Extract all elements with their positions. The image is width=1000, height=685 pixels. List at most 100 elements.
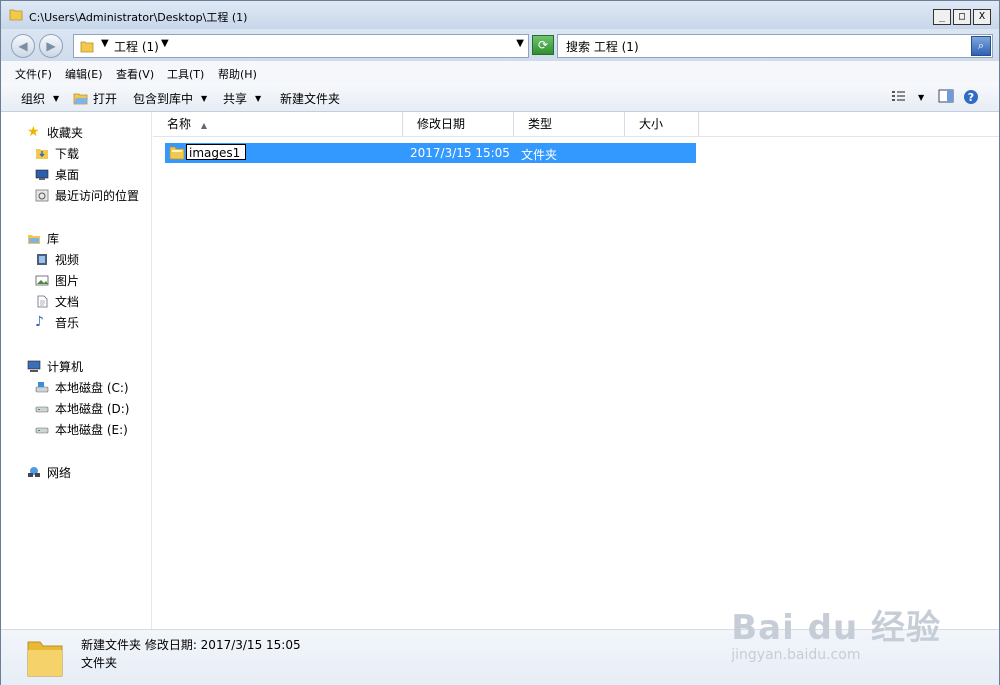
sidebar-item-drive-e[interactable]: 本地磁盘 (E:): [35, 421, 128, 438]
sidebar-item-downloads[interactable]: 下载: [35, 145, 79, 162]
column-header-type[interactable]: 类型: [514, 112, 625, 136]
sidebar-item-label: 视频: [55, 253, 80, 267]
forward-button[interactable]: ▶: [39, 34, 63, 58]
sidebar-item-pictures[interactable]: 图片: [35, 272, 79, 289]
sidebar-item-label: 最近访问的位置: [55, 189, 140, 203]
address-history-dropdown-icon[interactable]: ▼: [516, 38, 524, 49]
sort-ascending-icon: ▲: [200, 121, 207, 130]
sidebar-computer[interactable]: 计算机: [27, 358, 83, 375]
sidebar-item-drive-d[interactable]: 本地磁盘 (D:): [35, 400, 129, 417]
watermark-brand: Bai du 经验: [731, 608, 941, 648]
details-summary: 新建文件夹 修改日期: 2017/3/15 15:05: [81, 638, 301, 652]
address-bar[interactable]: ▼ 工程 (1) ▼ ▼: [73, 34, 529, 58]
help-icon[interactable]: ?: [963, 89, 979, 105]
include-library-label: 包含到库中: [133, 92, 194, 106]
view-options-dropdown-icon[interactable]: ▼: [918, 93, 924, 102]
new-folder-button[interactable]: 新建文件夹: [280, 90, 340, 107]
explorer-window: C:\Users\Administrator\Desktop\工程 (1) _ …: [0, 0, 1000, 685]
search-icon: ⌕: [977, 39, 985, 52]
column-header-modified[interactable]: 修改日期: [403, 112, 514, 136]
file-modified-date: 2017/3/15 15:05: [410, 146, 510, 160]
maximize-button[interactable]: □: [953, 9, 971, 25]
picture-icon: [35, 275, 49, 286]
organize-label: 组织: [21, 92, 46, 106]
search-input[interactable]: 搜索 工程 (1) ⌕: [557, 34, 993, 58]
sidebar-item-label: 本地磁盘 (E:): [55, 423, 128, 437]
library-icon: [28, 235, 40, 244]
refresh-icon: ⟳: [537, 38, 549, 52]
network-label: 网络: [47, 466, 72, 480]
column-label: 类型: [528, 117, 553, 131]
watermark-logo: Bai du 经验 jingyan.baidu.com: [731, 600, 941, 663]
share-button[interactable]: 共享 ▼: [223, 90, 261, 107]
chevron-down-icon: ▼: [53, 94, 60, 103]
menu-help[interactable]: 帮助(H): [218, 66, 257, 82]
chevron-down-icon: ▼: [255, 94, 262, 103]
back-button[interactable]: ◀: [11, 34, 35, 58]
include-in-library-button[interactable]: 包含到库中 ▼: [133, 90, 207, 107]
sidebar-item-documents[interactable]: 文档: [35, 293, 79, 310]
navigation-pane: ★ 收藏夹 下载 桌面 最近访问的位置 库 视频 图片 文档 ♪ 音乐 计算机 …: [1, 112, 152, 629]
breadcrumb-arrow-icon[interactable]: ▼: [101, 38, 109, 49]
sidebar-item-videos[interactable]: 视频: [35, 251, 79, 268]
breadcrumb-arrow-icon[interactable]: ▼: [161, 38, 169, 49]
forward-arrow-icon: ▶: [46, 39, 56, 53]
network-icon: [28, 467, 40, 477]
video-icon: [37, 254, 47, 265]
menu-bar: 文件(F) 编辑(E) 查看(V) 工具(T) 帮助(H): [1, 61, 999, 84]
favorites-label: 收藏夹: [47, 126, 84, 140]
new-folder-label: 新建文件夹: [280, 92, 341, 106]
breadcrumb-current[interactable]: 工程 (1): [114, 38, 159, 55]
view-options-icon[interactable]: [891, 89, 907, 103]
open-label: 打开: [93, 92, 118, 106]
sidebar-item-label: 文档: [55, 295, 80, 309]
close-button[interactable]: X: [973, 9, 991, 25]
sidebar-item-recent-places[interactable]: 最近访问的位置: [35, 187, 139, 204]
file-type: 文件夹: [521, 148, 558, 162]
open-button[interactable]: 打开: [73, 90, 117, 107]
star-icon: ★: [27, 124, 40, 140]
document-icon: [37, 295, 48, 308]
computer-icon: [27, 360, 41, 372]
sidebar-network[interactable]: 网络: [27, 464, 71, 481]
preview-pane-icon[interactable]: [938, 89, 954, 103]
recent-places-icon: [35, 189, 49, 202]
sidebar-favorites[interactable]: ★ 收藏夹: [27, 124, 83, 141]
open-folder-icon: [73, 93, 88, 105]
refresh-button[interactable]: ⟳: [532, 35, 554, 55]
sidebar-item-label: 本地磁盘 (D:): [55, 402, 130, 416]
organize-button[interactable]: 组织 ▼: [21, 90, 59, 107]
search-placeholder: 搜索 工程 (1): [566, 40, 639, 54]
desktop-icon: [35, 169, 49, 180]
command-bar: 组织 ▼ 打开 包含到库中 ▼ 共享 ▼ 新建文件夹 ▼ ?: [1, 83, 999, 112]
sidebar-item-music[interactable]: ♪ 音乐: [35, 314, 79, 331]
sidebar-item-label: 下载: [55, 147, 80, 161]
music-icon: ♪: [35, 314, 44, 330]
column-header-size[interactable]: 大小: [625, 112, 699, 136]
column-label: 名称: [167, 117, 192, 131]
rename-input[interactable]: images1: [186, 144, 246, 160]
share-label: 共享: [223, 92, 248, 106]
sidebar-item-label: 桌面: [55, 168, 80, 182]
downloads-folder-icon: [36, 149, 48, 159]
drive-icon: [35, 406, 49, 413]
sidebar-libraries[interactable]: 库: [27, 230, 59, 247]
search-button[interactable]: ⌕: [971, 36, 991, 56]
column-header-name[interactable]: 名称 ▲: [153, 112, 403, 136]
menu-view[interactable]: 查看(V): [116, 66, 154, 82]
navigation-bar: ◀ ▶ ▼ 工程 (1) ▼ ▼ ⟳ 搜索 工程 (1) ⌕: [1, 29, 999, 61]
title-bar[interactable]: C:\Users\Administrator\Desktop\工程 (1) _ …: [1, 1, 999, 29]
back-arrow-icon: ◀: [18, 39, 28, 53]
column-label: 大小: [639, 117, 664, 131]
system-drive-icon: [35, 382, 49, 393]
sidebar-item-desktop[interactable]: 桌面: [35, 166, 79, 183]
minimize-button[interactable]: _: [933, 9, 951, 25]
details-type: 文件夹: [81, 656, 118, 670]
menu-tools[interactable]: 工具(T): [167, 66, 204, 82]
menu-edit[interactable]: 编辑(E): [65, 66, 103, 82]
computer-label: 计算机: [47, 360, 84, 374]
column-headers: 名称 ▲ 修改日期 类型 大小: [153, 112, 999, 137]
sidebar-item-drive-c[interactable]: 本地磁盘 (C:): [35, 379, 129, 396]
details-pane: 新建文件夹 修改日期: 2017/3/15 15:05 文件夹 Bai du 经…: [1, 608, 999, 685]
menu-file[interactable]: 文件(F): [15, 66, 52, 82]
